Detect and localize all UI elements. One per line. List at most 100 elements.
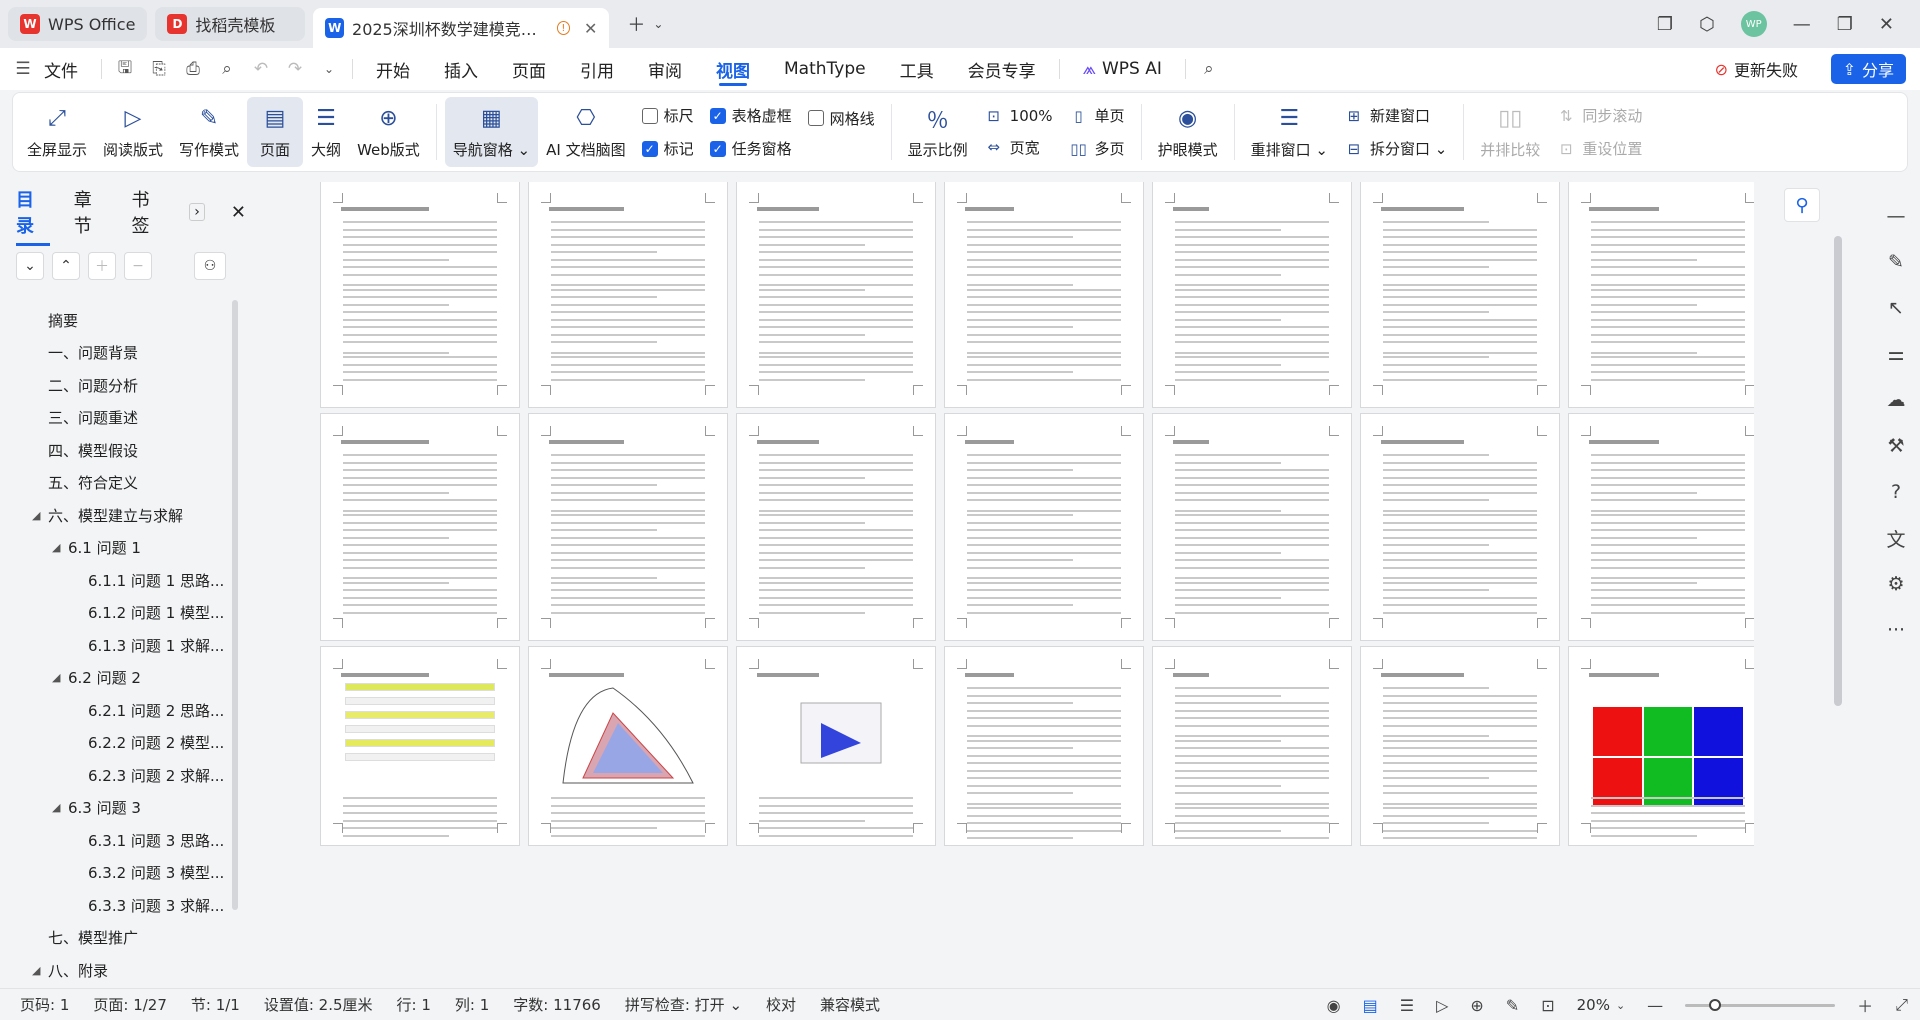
collapse-up-icon[interactable]: ⌃ — [52, 252, 80, 280]
export-icon[interactable]: ⎘ — [142, 48, 176, 90]
menu-review[interactable]: 审阅 — [631, 48, 699, 90]
chevron-down-icon[interactable]: ⌄ — [1616, 999, 1625, 1012]
page-view-button[interactable]: ▤ 页面 — [247, 97, 304, 167]
undo-icon[interactable]: ↶ — [244, 48, 278, 90]
page-thumbnail[interactable] — [1568, 646, 1754, 846]
zoom-in-icon[interactable]: ＋ — [1857, 993, 1873, 1017]
expand-arrow-icon[interactable]: ◢ — [52, 671, 66, 684]
toc-item[interactable]: ◢ 八、附录 — [0, 954, 246, 987]
side-by-side-button[interactable]: ▯▯ 并排比较 — [1472, 97, 1548, 167]
toc-item[interactable]: 三、问题重述 — [0, 402, 246, 435]
warning-icon[interactable]: ! — [556, 21, 571, 35]
status-page-code[interactable]: 页码: 1 — [0, 994, 81, 1015]
status-col[interactable]: 列: 1 — [443, 994, 501, 1015]
toc-item[interactable]: 6.2.1 问题 2 思路... — [0, 694, 246, 727]
maximize-icon[interactable]: ❐ — [1837, 14, 1853, 35]
vertical-scrollbar[interactable] — [1834, 236, 1842, 706]
chevron-right-icon[interactable]: › — [189, 203, 205, 221]
smart-toc-icon[interactable]: ⚇ — [194, 252, 226, 280]
play-icon[interactable]: ▷ — [1436, 996, 1448, 1015]
single-page-button[interactable]: ▯ 单页 — [1069, 105, 1124, 126]
page-thumbnail[interactable] — [1360, 182, 1560, 408]
zoom-out-icon[interactable]: — — [1647, 996, 1663, 1015]
ai-mindmap-button[interactable]: ⎔ AI 文档脑图 — [538, 97, 633, 167]
writing-mode-button[interactable]: ✎ 写作模式 — [171, 97, 247, 167]
toc-item[interactable]: 一、问题背景 — [0, 337, 246, 370]
toc-item[interactable]: ◢ 6.3 问题 3 — [0, 792, 246, 825]
fullscreen-icon[interactable]: ⤢ — [1895, 995, 1908, 1015]
page-thumbnail[interactable] — [1568, 413, 1754, 641]
adjust-icon[interactable]: ⚌ — [1882, 340, 1910, 368]
more-icon[interactable]: ··· — [1882, 616, 1910, 644]
update-status-button[interactable]: ⊘ 更新失败 — [1715, 54, 1798, 84]
plugin-icon[interactable]: ⚙ — [1882, 570, 1910, 598]
expand-arrow-icon[interactable]: ◢ — [32, 509, 46, 522]
status-page[interactable]: 页面: 1/27 — [81, 994, 179, 1015]
eye-care-button[interactable]: ◉ 护眼模式 — [1150, 97, 1226, 167]
menu-wps-ai[interactable]: ⩕ WPS AI — [1066, 48, 1179, 90]
pen-icon[interactable]: ✎ — [1506, 996, 1519, 1015]
page-thumbnail[interactable] — [736, 182, 936, 408]
web-view-button[interactable]: ⊕ Web版式 — [349, 97, 428, 167]
page-thumbnail[interactable] — [320, 182, 520, 408]
help-icon[interactable]: ? — [1882, 478, 1910, 506]
zoom-slider-knob[interactable] — [1709, 998, 1722, 1011]
menu-file[interactable]: 文件 — [40, 48, 95, 90]
tools-icon[interactable]: ⚒ — [1882, 432, 1910, 460]
collapse-down-icon[interactable]: ⌄ — [16, 252, 44, 280]
new-window-button[interactable]: ⊞ 新建窗口 — [1344, 105, 1447, 126]
toc-item[interactable]: 6.1.3 问题 1 求解... — [0, 629, 246, 662]
print-preview-icon[interactable]: ⌕ — [210, 48, 244, 90]
new-tab-icon[interactable]: ＋ — [627, 11, 645, 37]
status-compat[interactable]: 兼容模式 — [808, 994, 892, 1015]
reset-position-button[interactable]: ⊡ 重设位置 — [1556, 138, 1642, 159]
toc-item[interactable]: 四、模型假设 — [0, 434, 246, 467]
status-spellcheck[interactable]: 拼写检查: 打开 ⌄ — [613, 994, 754, 1015]
close-icon[interactable]: ✕ — [584, 19, 597, 38]
translate-icon[interactable]: 文 — [1882, 524, 1910, 552]
expand-arrow-icon[interactable]: ◢ — [32, 964, 46, 977]
minus-icon[interactable]: — — [1882, 202, 1910, 230]
menu-view[interactable]: 视图 — [699, 48, 767, 90]
marks-checkbox[interactable]: ✓ 标记 — [641, 138, 694, 159]
close-icon[interactable]: ✕ — [231, 202, 246, 223]
tab-wps-office[interactable]: W WPS Office — [8, 7, 148, 41]
tab-chapters[interactable]: 章节 — [74, 186, 108, 238]
window-close-icon[interactable]: ✕ — [1879, 14, 1894, 35]
toc-item[interactable]: ◢ 6.1 问题 1 — [0, 532, 246, 565]
page-thumbnail[interactable] — [944, 413, 1144, 641]
status-section[interactable]: 节: 1/1 — [179, 994, 252, 1015]
toc-item[interactable]: 七、模型推广 — [0, 922, 246, 955]
zoom-value[interactable]: 20% — [1577, 996, 1610, 1014]
pointer-icon[interactable]: ↖ — [1882, 294, 1910, 322]
split-window-button[interactable]: ⊟ 拆分窗口 ⌄ — [1344, 138, 1448, 159]
gridlines-checkbox[interactable]: 网格线 — [807, 108, 875, 129]
table-grid-checkbox[interactable]: ✓ 表格虚框 — [709, 105, 792, 126]
page-thumbnail[interactable] — [320, 413, 520, 641]
toc-item[interactable]: 6.3.1 问题 3 思路... — [0, 824, 246, 857]
menu-reference[interactable]: 引用 — [563, 48, 631, 90]
page-thumbnail[interactable] — [736, 413, 936, 641]
zoom-100-button[interactable]: ⊡ 100% — [984, 107, 1052, 125]
status-proofread[interactable]: 校对 — [754, 994, 808, 1015]
search-icon[interactable]: ⌕ — [1192, 48, 1226, 90]
reading-mode-button[interactable]: ▷ 阅读版式 — [95, 97, 171, 167]
toc-item[interactable]: 6.1.1 问题 1 思路... — [0, 564, 246, 597]
print-icon[interactable]: ⎙ — [176, 48, 210, 90]
zoom-button[interactable]: ％ 显示比例 — [900, 97, 976, 167]
share-button[interactable]: ⇪ 分享 — [1830, 54, 1906, 84]
expand-arrow-icon[interactable]: ◢ — [52, 541, 66, 554]
menu-member[interactable]: 会员专享 — [951, 48, 1053, 90]
window-restore-icon[interactable]: ❐ — [1657, 14, 1673, 35]
page-thumbnail[interactable] — [528, 413, 728, 641]
page-thumbnail[interactable] — [528, 646, 728, 846]
add-heading-icon[interactable]: ＋ — [88, 252, 116, 280]
page-thumbnail[interactable] — [736, 646, 936, 846]
page-width-button[interactable]: ⇔ 页宽 — [984, 137, 1053, 158]
eye-icon[interactable]: ◉ — [1327, 996, 1341, 1015]
document-canvas[interactable] — [320, 182, 1754, 988]
multi-page-button[interactable]: ▯▯ 多页 — [1069, 138, 1124, 159]
ruler-checkbox[interactable]: 标尺 — [641, 105, 694, 126]
page-thumbnail[interactable] — [1152, 413, 1352, 641]
remove-heading-icon[interactable]: − — [124, 252, 152, 280]
